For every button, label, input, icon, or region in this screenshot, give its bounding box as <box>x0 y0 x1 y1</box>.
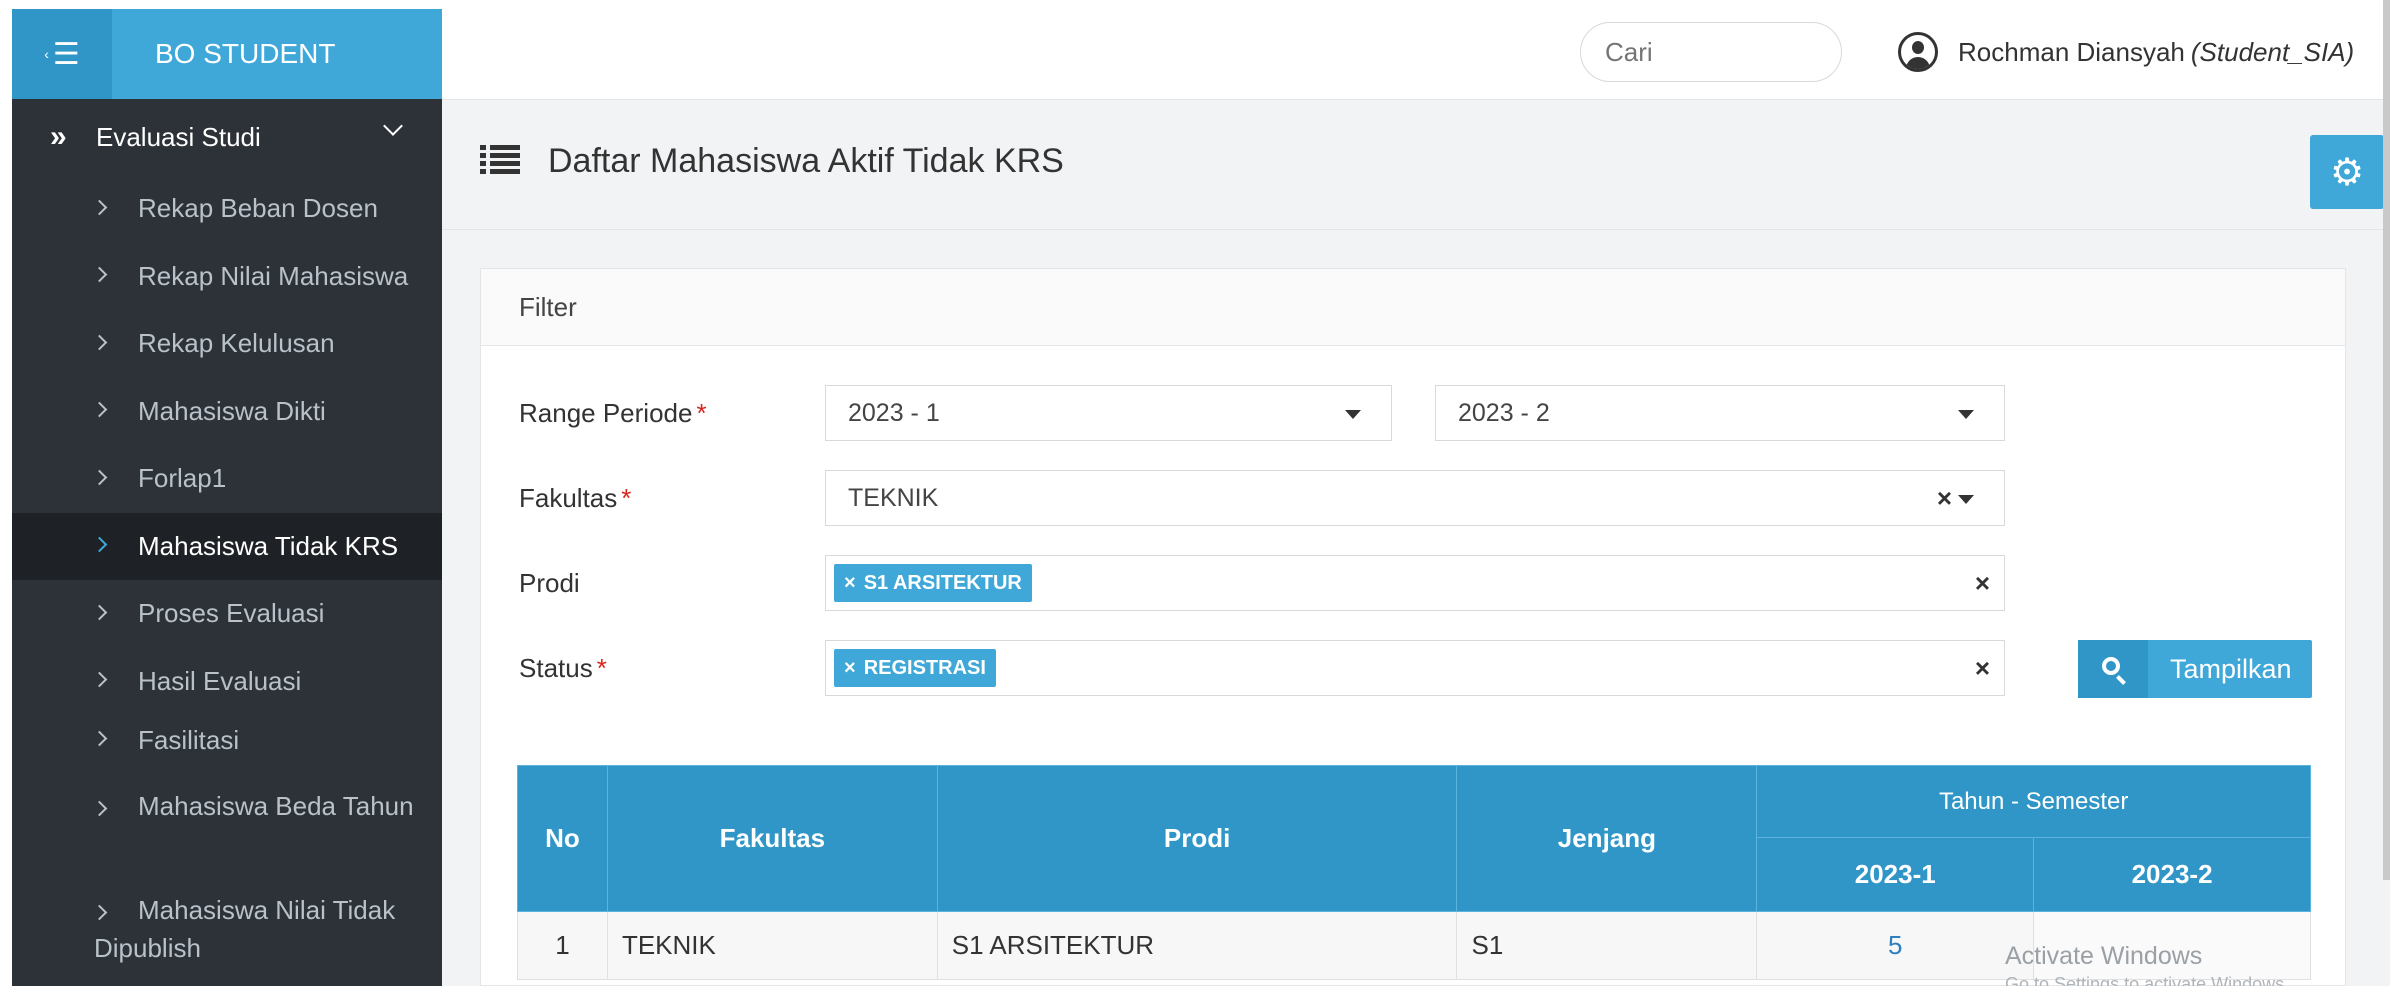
sidebar-item-mahasiswa-dikti[interactable]: Mahasiswa Dikti <box>12 378 442 446</box>
tampilkan-label: Tampilkan <box>2170 654 2292 684</box>
col-header-sem1[interactable]: 2023-1 <box>1756 837 2035 912</box>
chevron-right-icon <box>91 469 108 486</box>
sidebar-item-label: Rekap Nilai Mahasiswa <box>138 260 409 291</box>
chevron-right-icon <box>91 536 108 553</box>
chevron-right-icon <box>91 671 108 688</box>
col-header-tahun-semester: Tahun - Semester <box>1756 765 2311 838</box>
cell-prodi: S1 ARSITEKTUR <box>936 911 1458 980</box>
user-name: Rochman Diansyah <box>1958 36 2185 67</box>
sidebar-item-fasilitasi[interactable]: Fasilitasi <box>12 715 442 765</box>
cell-no: 1 <box>517 911 608 980</box>
topbar: Rochman Diansyah (Student_SIA) <box>442 0 2390 100</box>
tag-remove-icon[interactable]: × <box>844 657 856 679</box>
sidebar-item-rekap-nilai-mahasiswa[interactable]: Rekap Nilai Mahasiswa <box>12 243 442 311</box>
sidebar-item-label: Evaluasi Studi <box>96 121 261 152</box>
filter-row-status: Status * × REGISTRASI × Tampilkan <box>519 640 2319 698</box>
sidebar-item-label: Mahasiswa Nilai Tidak Dipublish <box>94 895 396 963</box>
clear-icon[interactable]: × <box>1975 641 1990 695</box>
activate-windows-subtext: Go to Settings to activate Windows. <box>2005 974 2290 986</box>
brand-bar: ‹ ☰ BO STUDENT <box>12 9 442 99</box>
sidebar-item-rekap-kelulusan[interactable]: Rekap Kelulusan <box>12 310 442 378</box>
caret-down-icon <box>1958 495 1974 504</box>
filter-row-range: Range Periode * 2023 - 1 2023 - 2 <box>519 385 2319 441</box>
sidebar-item-hasil-evaluasi[interactable]: Hasil Evaluasi <box>12 648 442 716</box>
brand-title[interactable]: BO STUDENT <box>155 9 335 99</box>
fakultas-select[interactable]: TEKNIK × <box>825 470 2005 526</box>
sidebar-item-label: Rekap Kelulusan <box>138 328 335 359</box>
sidebar-item-mahasiswa-tidak-krs[interactable]: Mahasiswa Tidak KRS <box>12 512 442 580</box>
prodi-label: Prodi <box>519 568 580 598</box>
page-scrollbar[interactable] <box>2383 0 2390 880</box>
chevron-right-icon <box>91 604 108 621</box>
sidebar-item-label: Forlap1 <box>138 463 227 494</box>
chevron-right-icon <box>91 401 108 418</box>
caret-down-icon <box>1345 410 1361 419</box>
filter-row-prodi: Prodi × S1 ARSITEKTUR × <box>519 555 2319 611</box>
caret-down-icon <box>1958 410 1974 419</box>
cell-jenjang: S1 <box>1456 911 1758 980</box>
fakultas-label: Fakultas * <box>519 483 632 513</box>
user-menu[interactable]: Rochman Diansyah (Student_SIA) <box>1898 30 2354 74</box>
search-icon <box>2102 657 2120 675</box>
user-role: (Student_SIA) <box>2190 36 2355 67</box>
sidebar-item-label: Fasilitasi <box>138 724 240 755</box>
col-header-no[interactable]: No <box>517 765 608 912</box>
col-header-prodi[interactable]: Prodi <box>936 765 1458 912</box>
search-input[interactable] <box>1580 22 1842 82</box>
chevron-right-icon <box>91 334 108 351</box>
sidebar-item-proses-evaluasi[interactable]: Proses Evaluasi <box>12 580 442 648</box>
col-header-sem2[interactable]: 2023-2 <box>2033 837 2311 912</box>
page-header: Daftar Mahasiswa Aktif Tidak KRS ⚙ <box>442 100 2390 230</box>
sidebar-item-label: Proses Evaluasi <box>138 598 325 629</box>
sidebar-item-label: Mahasiswa Dikti <box>138 395 326 426</box>
col-header-fakultas[interactable]: Fakultas <box>606 765 938 912</box>
main-content: Filter Range Periode * 2023 - 1 2023 - 2 … <box>442 230 2390 986</box>
sidebar-item-label: Mahasiswa Tidak KRS <box>138 530 399 561</box>
clear-icon[interactable]: × <box>1975 556 1990 610</box>
col-header-jenjang[interactable]: Jenjang <box>1456 765 1758 912</box>
sidebar-item-forlap1[interactable]: Forlap1 <box>12 445 442 513</box>
sidebar-item-label: Rekap Beban Dosen <box>138 193 378 224</box>
filter-heading: Filter <box>481 269 2345 346</box>
prodi-tag: × S1 ARSITEKTUR <box>834 564 1032 602</box>
sidebar-item-mahasiswa-nilai-tidak-dipublish[interactable]: Mahasiswa Nilai Tidak Dipublish <box>12 869 442 973</box>
user-avatar-icon <box>1898 32 1938 72</box>
sidebar-item-rekap-beban-dosen[interactable]: Rekap Beban Dosen <box>12 175 442 243</box>
range-to-select[interactable]: 2023 - 2 <box>1435 385 2005 441</box>
chevron-down-icon <box>383 116 403 136</box>
status-label: Status * <box>519 653 607 683</box>
sidebar-item-label: Hasil Evaluasi <box>138 665 302 696</box>
cell-sem1-link[interactable]: 5 <box>1756 911 2035 980</box>
sidebar-item-label: Mahasiswa Beda Tahun <box>138 791 414 821</box>
cell-fakultas: TEKNIK <box>606 911 938 980</box>
chevron-right-icon <box>91 730 108 747</box>
activate-windows-watermark: Activate Windows <box>2005 942 2203 970</box>
tag-remove-icon[interactable]: × <box>844 572 856 594</box>
clear-icon[interactable]: × <box>1937 471 1952 525</box>
chevron-right-icon <box>91 199 108 216</box>
status-multiselect[interactable]: × REGISTRASI × <box>825 640 2005 696</box>
status-tag: × REGISTRASI <box>834 649 996 687</box>
sidebar-item-mahasiswa-beda-tahun[interactable]: Mahasiswa Beda Tahun <box>12 765 442 869</box>
tampilkan-button[interactable]: Tampilkan <box>2078 640 2312 698</box>
chevron-right-icon <box>91 266 108 283</box>
settings-gear-icon[interactable]: ⚙ <box>2310 135 2384 209</box>
filter-panel: Filter Range Periode * 2023 - 1 2023 - 2 … <box>480 268 2346 986</box>
page-title: Daftar Mahasiswa Aktif Tidak KRS <box>548 142 1064 180</box>
sidebar: ‹ ☰ BO STUDENT » Evaluasi Studi Rekap Beb… <box>12 9 442 986</box>
sidebar-item-evaluasi-studi[interactable]: » Evaluasi Studi <box>12 99 442 175</box>
filter-row-fakultas: Fakultas * TEKNIK × <box>519 470 2319 526</box>
double-chevron-right-icon: » <box>50 120 67 153</box>
prodi-multiselect[interactable]: × S1 ARSITEKTUR × <box>825 555 2005 611</box>
sidebar-submenu: Rekap Beban Dosen Rekap Nilai Mahasiswa … <box>12 175 442 973</box>
range-periode-label: Range Periode * <box>519 398 707 428</box>
menu-collapse-icon[interactable]: ‹ ☰ <box>12 9 112 99</box>
range-from-select[interactable]: 2023 - 1 <box>825 385 1392 441</box>
list-icon <box>480 145 520 175</box>
